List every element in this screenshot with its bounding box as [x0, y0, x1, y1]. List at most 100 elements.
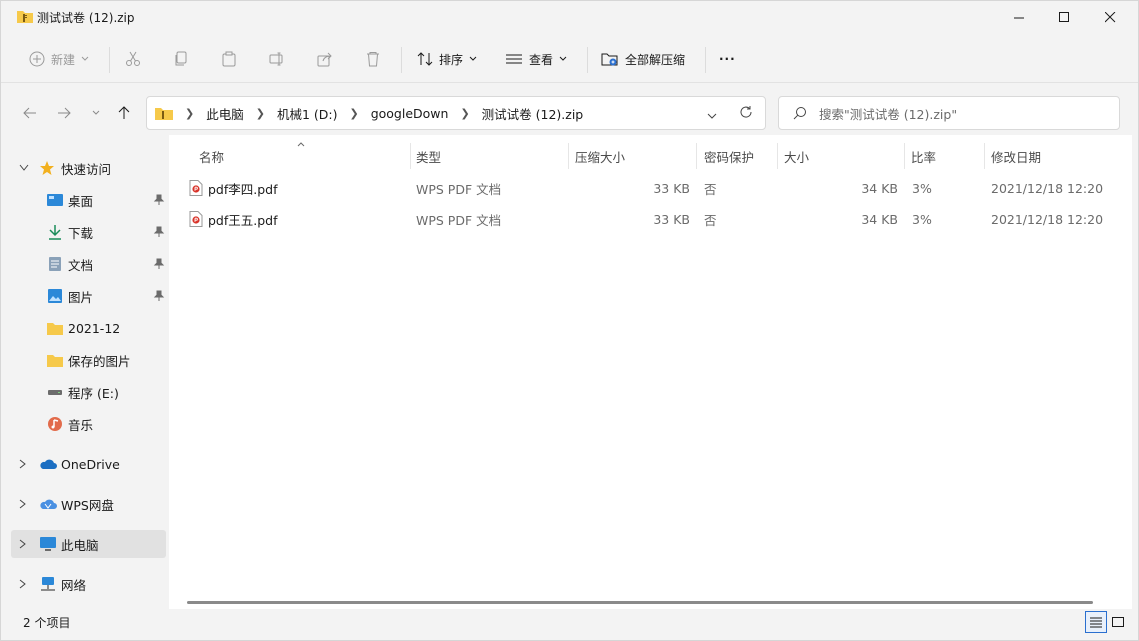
paste-button[interactable] — [221, 43, 237, 75]
new-button[interactable]: 新建 — [29, 43, 89, 75]
desktop-icon — [47, 194, 63, 206]
sidebar-quick-access-label: 快速访问 — [61, 161, 112, 177]
column-divider[interactable] — [904, 143, 905, 169]
up-button[interactable] — [111, 99, 137, 127]
sort-button-label: 排序 — [439, 52, 464, 67]
breadcrumb-googledown[interactable]: googleDown — [371, 106, 449, 121]
chevron-down-icon — [81, 56, 89, 61]
address-bar[interactable]: ❯ 此电脑 ❯ 机械1 (D:) ❯ googleDown ❯ 测试试卷 (12… — [146, 96, 766, 130]
forward-button[interactable] — [51, 99, 77, 127]
refresh-icon — [740, 106, 752, 118]
share-button[interactable] — [317, 43, 333, 75]
sidebar-item-label: 文档 — [68, 257, 94, 273]
breadcrumb-this-pc[interactable]: 此电脑 — [206, 104, 244, 123]
sidebar-item-2021-12[interactable]: 2021-12 — [47, 314, 165, 342]
folder-icon — [47, 355, 63, 367]
large-icons-view-button[interactable] — [1107, 611, 1129, 633]
column-header-size[interactable]: 大小 — [784, 145, 809, 167]
column-header-password[interactable]: 密码保护 — [704, 145, 754, 167]
arrow-left-icon — [23, 107, 36, 119]
sidebar-this-pc[interactable]: 此电脑 — [19, 530, 164, 558]
pin-icon[interactable] — [153, 258, 165, 270]
sidebar-wps-label: WPS网盘 — [61, 497, 114, 513]
rename-button[interactable] — [269, 43, 285, 75]
column-header-name[interactable]: 名称 — [199, 145, 224, 167]
minimize-button[interactable] — [996, 1, 1042, 33]
file-type: WPS PDF 文档 — [416, 181, 502, 197]
large-icons-view-icon — [1112, 617, 1124, 627]
details-view-button[interactable] — [1085, 611, 1107, 633]
table-row[interactable]: pdf李四.pdf WPS PDF 文档 33 KB 否 34 KB 3% 20… — [169, 174, 1132, 202]
status-item-count: 2 个项目 — [23, 616, 71, 630]
file-name: pdf李四.pdf — [208, 181, 278, 197]
address-history-button[interactable] — [707, 108, 717, 123]
more-options-button[interactable]: ··· — [719, 43, 736, 75]
chevron-down-icon — [559, 56, 567, 61]
pictures-icon — [48, 289, 62, 303]
rename-icon — [269, 52, 283, 66]
recent-locations-button[interactable] — [83, 99, 109, 127]
sidebar-quick-access[interactable]: 快速访问 — [19, 154, 164, 182]
pin-icon[interactable] — [153, 226, 165, 238]
column-header-compressed-size[interactable]: 压缩大小 — [575, 145, 625, 167]
column-divider[interactable] — [984, 143, 985, 169]
sidebar-onedrive[interactable]: OneDrive — [19, 450, 164, 478]
sidebar-item-music[interactable]: 音乐 — [47, 410, 165, 438]
column-header-modified[interactable]: 修改日期 — [991, 145, 1041, 167]
document-icon — [49, 257, 61, 271]
sidebar-item-saved-pictures[interactable]: 保存的图片 — [47, 346, 165, 374]
column-divider[interactable] — [777, 143, 778, 169]
delete-button[interactable] — [365, 43, 381, 75]
chevron-down-icon — [707, 113, 717, 119]
column-header-type[interactable]: 类型 — [416, 145, 441, 167]
breadcrumb-separator-icon: ❯ — [255, 106, 265, 120]
breadcrumb-drive-d[interactable]: 机械1 (D:) — [277, 104, 338, 123]
copy-button[interactable] — [173, 43, 189, 75]
sidebar-item-pictures[interactable]: 图片 — [47, 282, 165, 310]
extract-all-label: 全部解压缩 — [625, 52, 686, 67]
sidebar-item-desktop[interactable]: 桌面 — [47, 186, 165, 214]
sidebar-network[interactable]: 网络 — [19, 570, 164, 598]
horizontal-scrollbar[interactable] — [187, 601, 1093, 604]
sort-button[interactable]: 排序 — [417, 43, 477, 75]
sidebar-item-documents[interactable]: 文档 — [47, 250, 165, 278]
search-icon — [793, 107, 806, 120]
breadcrumb-separator-icon: ❯ — [349, 106, 359, 120]
chevron-down-icon — [19, 164, 29, 171]
star-icon — [40, 161, 54, 175]
refresh-button[interactable] — [739, 105, 753, 122]
pin-icon[interactable] — [153, 194, 165, 206]
close-icon — [1104, 11, 1115, 22]
column-divider[interactable] — [568, 143, 569, 169]
sidebar-network-label: 网络 — [61, 577, 87, 593]
arrow-right-icon — [58, 107, 71, 119]
cut-button[interactable] — [125, 43, 141, 75]
view-button[interactable]: 查看 — [505, 43, 567, 75]
sidebar-item-label: 图片 — [68, 289, 94, 305]
sidebar-item-drive-e[interactable]: 程序 (E:) — [47, 378, 165, 406]
share-icon — [317, 52, 332, 67]
chevron-right-icon — [19, 459, 26, 469]
network-icon — [41, 577, 55, 591]
folder-icon — [47, 323, 63, 335]
sidebar-item-downloads[interactable]: 下载 — [47, 218, 165, 246]
column-header-ratio[interactable]: 比率 — [911, 145, 936, 167]
close-button[interactable] — [1087, 1, 1133, 33]
computer-icon — [40, 537, 56, 551]
zip-folder-icon — [17, 11, 33, 23]
sidebar-item-label: 音乐 — [68, 417, 94, 433]
window-title: 测试试卷 (12).zip — [37, 11, 135, 25]
pin-icon[interactable] — [153, 290, 165, 302]
search-placeholder: 搜索"测试试卷 (12).zip" — [819, 106, 958, 122]
extract-all-button[interactable]: 全部解压缩 — [601, 43, 685, 75]
table-row[interactable]: pdf王五.pdf WPS PDF 文档 33 KB 否 34 KB 3% 20… — [169, 205, 1132, 233]
back-button[interactable] — [17, 99, 43, 127]
column-divider[interactable] — [410, 143, 411, 169]
file-size: 34 KB — [861, 180, 898, 196]
column-divider[interactable] — [696, 143, 697, 169]
maximize-button[interactable] — [1041, 1, 1087, 33]
breadcrumb-zip[interactable]: 测试试卷 (12).zip — [482, 104, 584, 123]
navigation-row: ❯ 此电脑 ❯ 机械1 (D:) ❯ googleDown ❯ 测试试卷 (12… — [1, 91, 1138, 135]
search-input[interactable]: 搜索"测试试卷 (12).zip" — [778, 96, 1120, 130]
sidebar-wps-drive[interactable]: WPS网盘 — [19, 490, 164, 518]
